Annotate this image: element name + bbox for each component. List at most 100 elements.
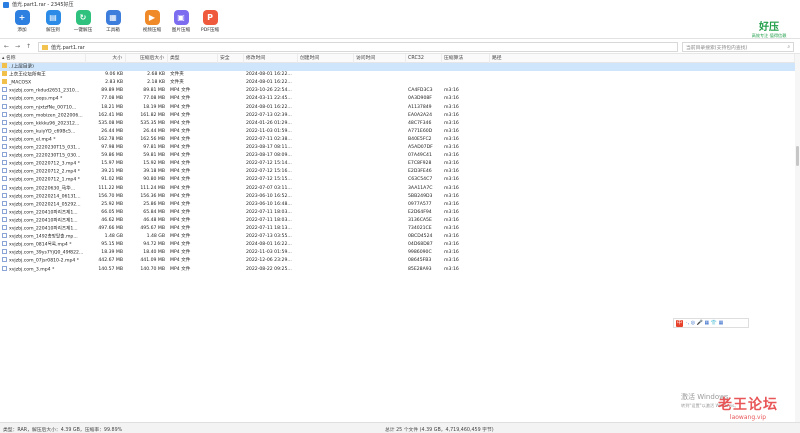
file-type: 文件夹 — [170, 80, 184, 86]
file-crc32: 04D68D87 — [408, 242, 433, 248]
file-row[interactable]: xvjzbj.com_220410파리즈제1... 46.62 MB 46.48 M… — [0, 216, 795, 225]
file-row[interactable]: ..(上层目录) — [0, 63, 795, 72]
address-field[interactable]: 值光.part1.rar — [38, 42, 678, 52]
video-compress-icon: ▶ — [144, 10, 160, 25]
address-path: 值光.part1.rar — [51, 44, 85, 51]
file-row[interactable]: xvjzbj.com_2220230T15_030... 59.86 MB 59.8… — [0, 152, 795, 160]
file-type: MP4 文件 — [170, 169, 191, 175]
file-method — [442, 71, 490, 79]
file-row[interactable]: xvjzbj.com_kkkku96_202312... 535.08 MB 535… — [0, 119, 795, 128]
file-packed-size: 25.86 MB — [143, 201, 165, 207]
ime-tool-icons[interactable]: ·, ◎ 🎤 ▦ 👕 ▦ — [686, 320, 723, 326]
extract-to-button[interactable]: ▤ 解压到 — [39, 10, 67, 38]
ime-toolbar[interactable]: 中 ·, ◎ 🎤 ▦ 👕 ▦ — [673, 318, 749, 328]
file-row[interactable]: xvjzbj.com_220410파리즈제1... 497.66 MB 495.67… — [0, 225, 795, 233]
file-icon — [2, 127, 7, 133]
sogou-ime-icon[interactable]: 中 — [676, 319, 683, 327]
file-method: m3:16 — [444, 234, 459, 240]
file-size: 535.08 MB — [98, 120, 123, 126]
file-modified: 2024-08-01 16:22... — [246, 72, 292, 78]
col-packed[interactable]: 压缩后大小 — [126, 54, 168, 63]
file-name-cell: xvjzbj.com_mobizen_2022006... — [0, 111, 86, 120]
file-row[interactable]: xvjzbj.com_20220214_05292... 25.92 MB 25.8… — [0, 200, 795, 209]
file-size: 39.21 MB — [101, 169, 123, 175]
file-icon — [2, 257, 7, 263]
file-packed-size: 2.18 KB — [147, 80, 165, 86]
file-method: m3:16 — [444, 266, 459, 272]
file-modified: 2022-07-11 18:03... — [246, 209, 292, 215]
file-method: m3:16 — [444, 242, 459, 248]
col-accessed[interactable]: 访问时间 — [354, 54, 406, 63]
col-security[interactable]: 安全 — [218, 54, 244, 63]
video-compress-button[interactable]: ▶ 视频压缩 — [138, 10, 166, 38]
file-packed-size: 94.72 MB — [143, 242, 165, 248]
file-icon — [2, 111, 7, 117]
one-click-extract-button[interactable]: ↻ 一键解压 — [69, 10, 97, 38]
search-icon[interactable]: ⌕ — [787, 44, 790, 50]
file-packed-size: 65.84 MB — [143, 209, 165, 215]
file-name-cell: xvjzbj.com_20220712_2.mp4 * — [0, 168, 86, 176]
toolbar: + 添加 ▤ 解压到 ↻ 一键解压 ▦ 工具箱 ▶ 视频压缩 ▣ 图片压缩 P … — [0, 9, 800, 39]
file-type: MP4 文件 — [170, 226, 191, 231]
file-packed-size: 26.44 MB — [143, 128, 165, 134]
file-method: m3:16 — [444, 226, 459, 231]
file-icon — [2, 119, 7, 125]
col-method[interactable]: 压缩算法 — [442, 54, 490, 63]
col-crc32[interactable]: CRC32 — [406, 54, 442, 63]
file-row[interactable]: xvjzbj.com_20220712_1.mp4 * 91.02 MB 90.80… — [0, 176, 795, 184]
back-button[interactable]: ← — [2, 42, 11, 51]
file-icon — [2, 265, 7, 271]
file-row[interactable]: xvjzbj.com_oops.mp4 * 77.08 MB 77.08 MB MP4… — [0, 95, 795, 103]
pdf-compress-icon: P — [202, 10, 218, 25]
col-created[interactable]: 创建时间 — [298, 54, 354, 63]
up-button[interactable]: ↑ — [24, 42, 33, 51]
file-row[interactable]: xvjzbj.com_20220712_2.mp4 * 39.21 MB 39.18… — [0, 168, 795, 176]
file-row[interactable]: xvjzbj.com_el.mp4 * 162.78 MB 162.56 MB MP4… — [0, 135, 795, 144]
file-row[interactable]: xvjzbj.com_20220214_06131... 156.70 MB 156… — [0, 192, 795, 201]
file-row[interactable]: xvjzbj.com_07jsr0810-2.mp4 * 442.67 MB 441… — [0, 257, 795, 265]
pdf-compress-button[interactable]: P PDF压缩 — [196, 10, 224, 38]
add-button[interactable]: + 添加 — [8, 10, 36, 38]
vertical-scrollbar[interactable] — [795, 54, 800, 422]
col-name[interactable]: ▴ 名称 — [0, 54, 86, 63]
file-crc32: 0977A577 — [408, 201, 432, 207]
file-row[interactable]: xvjzbj.com_20220712_3.mp4 * 15.97 MB 15.92… — [0, 160, 795, 168]
file-row[interactable]: 上衣王论坛所有王 9.06 KB 2.68 KB 文件夹 2024-08-01 16:2… — [0, 71, 795, 79]
file-method: m3:16 — [444, 217, 459, 223]
file-row[interactable]: xvjzbj.com_njxtzfNe_00710... 18.21 MB 18.1… — [0, 103, 795, 112]
file-size: 25.92 MB — [101, 201, 123, 207]
file-crc32: 9986090C — [408, 250, 432, 256]
toolbox-button[interactable]: ▦ 工具箱 — [99, 10, 127, 38]
file-row[interactable]: xvjzbj.com_39ys7YjQ0_49f822... 18.39 MB 18… — [0, 249, 795, 257]
col-modified[interactable]: 修改时间 — [244, 54, 298, 63]
file-row[interactable]: xvjzbj.com_0814목록.mp4 * 95.15 MB 94.72 MB M… — [0, 241, 795, 249]
file-row[interactable]: xvjzbj.com_2220230T15_031... 97.98 MB 97.8… — [0, 144, 795, 152]
file-name-cell: xvjzbj.com_220410파리즈제1... — [0, 216, 86, 225]
file-icon — [2, 208, 7, 214]
file-row[interactable]: xvjzbj.com_220410파리즈제1... 66.05 MB 65.84 M… — [0, 208, 795, 217]
col-path[interactable]: 路径 — [490, 54, 795, 63]
file-type: MP4 文件 — [170, 136, 191, 142]
file-icon — [2, 241, 7, 247]
col-size[interactable]: 大小 — [86, 54, 126, 63]
file-icon — [2, 233, 7, 239]
file-packed-size: 535.35 MB — [140, 120, 165, 126]
file-row[interactable]: xvjzbj.com_3.mp4 * 140.57 MB 140.70 MB MP4 … — [0, 265, 795, 274]
search-input[interactable]: 当前目录搜索(支持包内查找) ⌕ — [682, 42, 794, 52]
file-name-cell: xvjzbj.com_2220230T15_030... — [0, 152, 86, 160]
file-method: m3:16 — [444, 177, 459, 183]
file-name-cell: xvjzbj.com_07jsr0810-2.mp4 * — [0, 257, 86, 265]
file-row[interactable]: xvjzbj.com_kuiyYD_c69Bc5... 26.44 MB 26.44… — [0, 127, 795, 136]
scrollbar-thumb[interactable] — [796, 146, 799, 166]
file-row[interactable]: xvjzbj.com_20220630_马华... 111.22 MB 111.24… — [0, 184, 795, 193]
file-row[interactable]: xvjzbj.com_mobizen_2022006... 162.41 MB 16… — [0, 111, 795, 120]
forward-button[interactable]: → — [13, 42, 22, 51]
file-row[interactable]: xvjzbj.com_rkdud2651_2310... 89.89 MB 89.8… — [0, 87, 795, 95]
file-icon — [2, 144, 7, 149]
file-icon — [2, 225, 7, 230]
col-type[interactable]: 类型 — [168, 54, 218, 63]
image-compress-button[interactable]: ▣ 图片压缩 — [167, 10, 195, 38]
file-type: MP4 文件 — [170, 104, 191, 110]
file-row[interactable]: _MACOSX 2.83 KB 2.18 KB 文件夹 2024-08-01 16:22… — [0, 79, 795, 87]
file-row[interactable]: xvjzbj.com_1492총망탈출.mp... 1.48 GB 1.48 GB M… — [0, 233, 795, 241]
